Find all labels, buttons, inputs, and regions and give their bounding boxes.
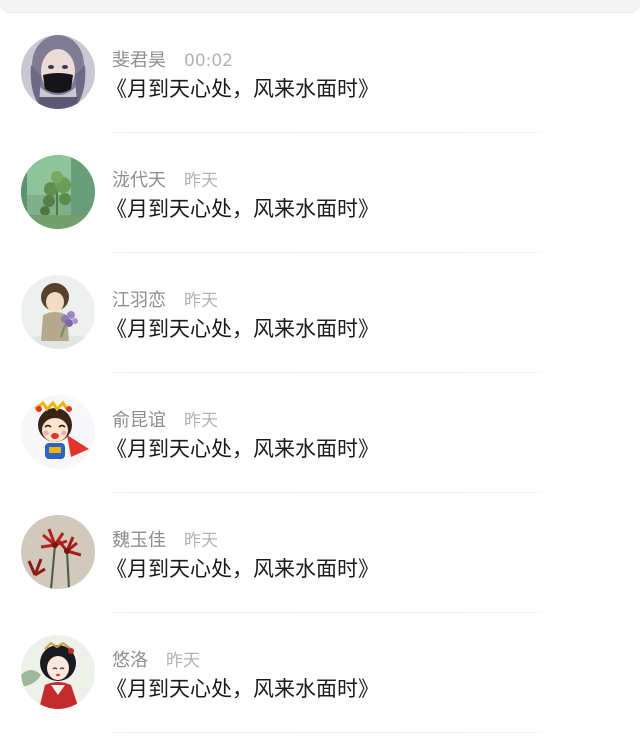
divider	[112, 732, 542, 733]
chat-meta: 泷代天 昨天	[112, 169, 218, 193]
message-time: 00:02	[184, 51, 233, 71]
message-preview: 《月到天心处，风来水面时》	[106, 437, 379, 461]
contact-name: 江羽恋	[112, 290, 166, 311]
red-lily-avatar[interactable]	[21, 515, 95, 589]
top-bar	[0, 0, 640, 13]
chat-meta: 悠洛 昨天	[112, 649, 200, 673]
message-time: 昨天	[166, 651, 200, 671]
chat-list-item[interactable]: 俞昆谊 昨天 《月到天心处，风来水面时》	[0, 373, 640, 493]
message-preview: 《月到天心处，风来水面时》	[106, 77, 379, 101]
masked-person-avatar[interactable]	[21, 35, 95, 109]
message-preview: 《月到天心处，风来水面时》	[106, 557, 379, 581]
chat-list-item[interactable]: 斐君昊 00:02 《月到天心处，风来水面时》	[0, 13, 640, 133]
message-time: 昨天	[184, 171, 218, 191]
chat-list-item[interactable]: 泷代天 昨天 《月到天心处，风来水面时》	[0, 133, 640, 253]
chat-list-item[interactable]: 悠洛 昨天 《月到天心处，风来水面时》	[0, 613, 640, 733]
message-preview: 《月到天心处，风来水面时》	[106, 197, 379, 221]
contact-name: 俞昆谊	[112, 410, 166, 431]
ancient-costume-girl-avatar[interactable]	[21, 635, 95, 709]
chat-meta: 俞昆谊 昨天	[112, 409, 218, 433]
message-time: 昨天	[184, 411, 218, 431]
girl-with-flowers-avatar[interactable]	[21, 275, 95, 349]
contact-name: 泷代天	[112, 170, 166, 191]
chat-list: 斐君昊 00:02 《月到天心处，风来水面时》 泷代天 昨天 《月到天心处，风来…	[0, 13, 640, 733]
chat-list-item[interactable]: 魏玉佳 昨天 《月到天心处，风来水面时》	[0, 493, 640, 613]
message-preview: 《月到天心处，风来水面时》	[106, 677, 379, 701]
message-time: 昨天	[184, 531, 218, 551]
cartoon-superhero-avatar[interactable]	[21, 395, 95, 469]
chat-meta: 斐君昊 00:02	[112, 49, 233, 73]
contact-name: 斐君昊	[112, 50, 166, 71]
message-preview: 《月到天心处，风来水面时》	[106, 317, 379, 341]
contact-name: 魏玉佳	[112, 530, 166, 551]
chat-meta: 江羽恋 昨天	[112, 289, 218, 313]
chat-list-item[interactable]: 江羽恋 昨天 《月到天心处，风来水面时》	[0, 253, 640, 373]
message-time: 昨天	[184, 291, 218, 311]
plant-avatar[interactable]	[21, 155, 95, 229]
contact-name: 悠洛	[112, 650, 148, 671]
chat-meta: 魏玉佳 昨天	[112, 529, 218, 553]
